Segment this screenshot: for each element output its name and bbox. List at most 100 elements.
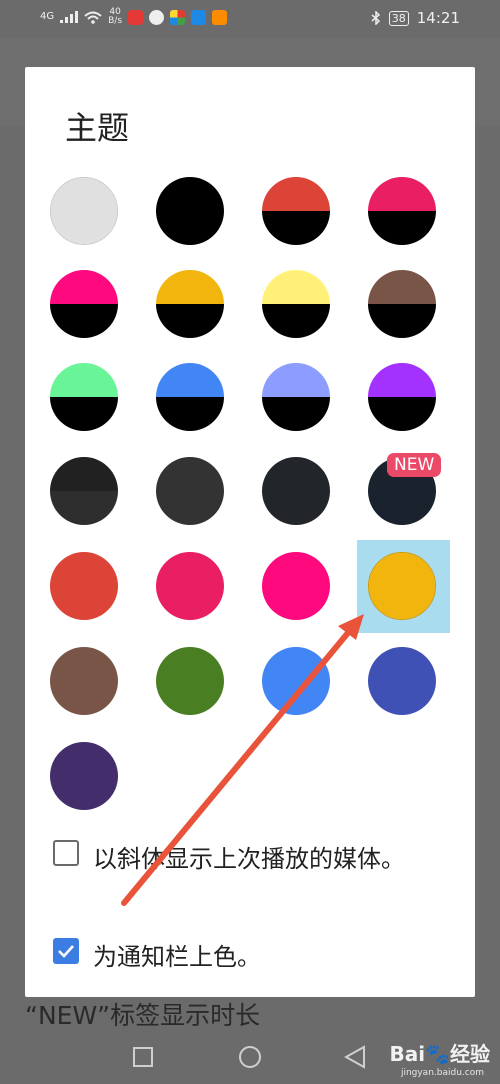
- theme-swatch[interactable]: [50, 552, 118, 620]
- theme-swatch[interactable]: [156, 552, 224, 620]
- app-notification-icon: [170, 9, 186, 25]
- bluetooth-icon: [371, 11, 380, 25]
- theme-swatch[interactable]: [50, 742, 118, 810]
- swatch-top: [262, 363, 330, 397]
- swatch-bottom: [368, 397, 436, 431]
- option-color-notification-label: 为通知栏上色。: [93, 943, 261, 971]
- network-speed: 40 B/s: [108, 8, 122, 26]
- swatch-bottom: [262, 681, 330, 715]
- swatch-bottom: [156, 397, 224, 431]
- swatch-bottom: [50, 776, 118, 810]
- italic-media-checkbox[interactable]: [53, 840, 79, 866]
- color-notification-checkbox[interactable]: [53, 938, 79, 964]
- swatch-bottom: [156, 681, 224, 715]
- app-notification-icon: [212, 9, 228, 25]
- swatch-bottom: [368, 491, 436, 525]
- swatch-bottom: [369, 586, 435, 619]
- new-badge: NEW: [387, 453, 442, 477]
- swatch-bottom: [262, 491, 330, 525]
- swatch-top: [369, 553, 435, 586]
- swatch-bottom: [156, 211, 224, 245]
- swatch-bottom: [156, 586, 224, 620]
- dialog-title: 主题: [65, 109, 130, 147]
- swatch-top: [50, 742, 118, 776]
- theme-swatch[interactable]: [50, 177, 118, 245]
- theme-swatch[interactable]: [50, 457, 118, 525]
- wifi-icon: [84, 11, 102, 24]
- theme-swatch[interactable]: [156, 270, 224, 338]
- theme-swatch[interactable]: [262, 457, 330, 525]
- swatch-top: [368, 363, 436, 397]
- theme-swatch[interactable]: [156, 457, 224, 525]
- theme-swatch[interactable]: [262, 177, 330, 245]
- swatch-bottom: [262, 304, 330, 338]
- watermark-url: jingyan.baidu.com: [400, 1068, 484, 1078]
- theme-swatch[interactable]: [262, 647, 330, 715]
- theme-swatch[interactable]: [368, 270, 436, 338]
- signal-strength-icon: [60, 11, 79, 23]
- swatch-top: [262, 270, 330, 304]
- app-notification-icon: [149, 9, 165, 25]
- swatch-bottom: [50, 397, 118, 431]
- speed-unit: B/s: [108, 16, 123, 26]
- swatch-bottom: [50, 681, 118, 715]
- swatch-bottom: [368, 304, 436, 338]
- option-italic-media[interactable]: 以斜体显示上次播放的媒体。: [53, 840, 413, 878]
- swatch-top: [262, 647, 330, 681]
- system-nav-bar: Bai🐾经验 jingyan.baidu.com: [0, 1028, 500, 1084]
- theme-swatch[interactable]: [50, 363, 118, 431]
- recents-button[interactable]: [132, 1046, 154, 1068]
- theme-swatch[interactable]: [156, 647, 224, 715]
- theme-swatch[interactable]: [262, 552, 330, 620]
- app-notification-icon: [191, 9, 207, 25]
- theme-swatch[interactable]: [262, 363, 330, 431]
- swatch-bottom: [51, 211, 117, 244]
- swatch-bottom: [50, 586, 118, 620]
- theme-swatch[interactable]: [262, 270, 330, 338]
- swatch-top: [50, 647, 118, 681]
- clock: 14:21: [416, 9, 460, 27]
- swatch-top: [156, 647, 224, 681]
- swatch-top: [50, 270, 118, 304]
- app-notification-icon: [128, 9, 144, 25]
- theme-dialog: 主题 NEW 以斜体显示上次播放的媒体。 为通知栏上色。: [25, 67, 475, 997]
- swatch-top: [368, 177, 436, 211]
- theme-swatch[interactable]: [368, 363, 436, 431]
- swatch-top: [50, 363, 118, 397]
- watermark-suffix: 经验: [450, 1042, 490, 1066]
- swatch-bottom: [156, 491, 224, 525]
- swatch-bottom: [156, 304, 224, 338]
- theme-swatch[interactable]: [50, 647, 118, 715]
- theme-swatch[interactable]: [156, 177, 224, 245]
- theme-swatch[interactable]: [156, 363, 224, 431]
- swatch-bottom: [368, 211, 436, 245]
- swatch-top: [368, 270, 436, 304]
- theme-swatch[interactable]: [50, 270, 118, 338]
- theme-swatch[interactable]: [368, 647, 436, 715]
- swatch-bottom: [262, 397, 330, 431]
- option-color-notification-bar[interactable]: 为通知栏上色。: [53, 938, 413, 976]
- swatch-bottom: [368, 681, 436, 715]
- paw-icon: 🐾: [425, 1042, 450, 1066]
- swatch-top: [156, 270, 224, 304]
- swatch-top: [262, 177, 330, 211]
- home-button[interactable]: [238, 1045, 262, 1069]
- status-left: 4G 40 B/s: [40, 8, 228, 26]
- swatch-top: [156, 552, 224, 586]
- checkmark-icon: [58, 945, 74, 958]
- signal-type: 4G: [40, 11, 55, 22]
- battery-level: 38: [388, 10, 409, 26]
- swatch-bottom: [50, 491, 118, 525]
- watermark-brand: Bai: [389, 1042, 426, 1066]
- swatch-top: [50, 457, 118, 491]
- back-button[interactable]: [344, 1045, 366, 1069]
- theme-swatch[interactable]: [368, 177, 436, 245]
- swatch-bottom: [262, 586, 330, 620]
- swatch-top: [262, 552, 330, 586]
- status-right: 38 14:21: [371, 9, 460, 27]
- theme-swatch[interactable]: [368, 552, 436, 620]
- swatch-bottom: [262, 211, 330, 245]
- swatch-bottom: [50, 304, 118, 338]
- settings-item-new-badge-duration: “NEW”标签显示时长: [25, 1001, 261, 1030]
- status-bar: 4G 40 B/s 38 14:21: [0, 0, 500, 38]
